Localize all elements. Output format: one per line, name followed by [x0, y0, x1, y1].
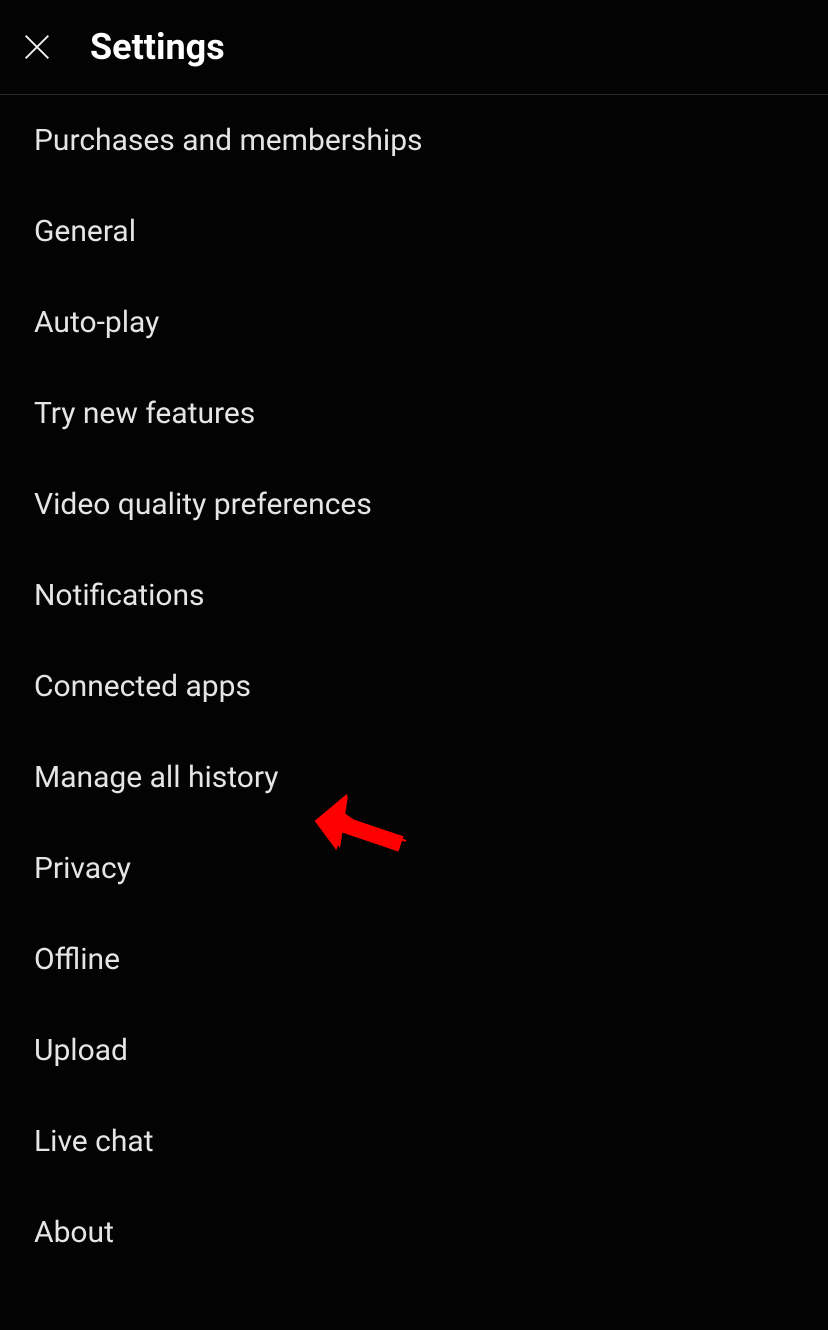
- settings-item-label: Connected apps: [34, 669, 251, 704]
- page-title: Settings: [90, 26, 225, 68]
- settings-item-new-features[interactable]: Try new features: [0, 368, 828, 459]
- settings-item-label: Privacy: [34, 851, 131, 886]
- close-icon[interactable]: [20, 30, 54, 64]
- settings-item-connected-apps[interactable]: Connected apps: [0, 641, 828, 732]
- settings-item-upload[interactable]: Upload: [0, 1005, 828, 1096]
- settings-item-manage-history[interactable]: Manage all history: [0, 732, 828, 823]
- settings-item-label: Video quality preferences: [34, 487, 372, 522]
- settings-item-video-quality[interactable]: Video quality preferences: [0, 459, 828, 550]
- settings-item-label: Auto-play: [34, 305, 159, 340]
- header: Settings: [0, 0, 828, 95]
- settings-item-privacy[interactable]: Privacy: [0, 823, 828, 914]
- settings-list: Purchases and memberships General Auto-p…: [0, 95, 828, 1278]
- settings-item-label: General: [34, 214, 136, 249]
- settings-item-purchases[interactable]: Purchases and memberships: [0, 95, 828, 186]
- settings-item-live-chat[interactable]: Live chat: [0, 1096, 828, 1187]
- settings-item-about[interactable]: About: [0, 1187, 828, 1278]
- settings-item-label: Live chat: [34, 1124, 154, 1159]
- settings-item-notifications[interactable]: Notifications: [0, 550, 828, 641]
- settings-item-general[interactable]: General: [0, 186, 828, 277]
- settings-item-offline[interactable]: Offline: [0, 914, 828, 1005]
- settings-item-label: Offline: [34, 942, 120, 977]
- settings-item-label: Try new features: [34, 396, 255, 431]
- settings-item-label: Upload: [34, 1033, 128, 1068]
- settings-item-label: Manage all history: [34, 760, 279, 795]
- settings-item-label: Notifications: [34, 578, 205, 613]
- settings-item-label: Purchases and memberships: [34, 123, 423, 158]
- settings-item-label: About: [34, 1215, 114, 1250]
- settings-item-autoplay[interactable]: Auto-play: [0, 277, 828, 368]
